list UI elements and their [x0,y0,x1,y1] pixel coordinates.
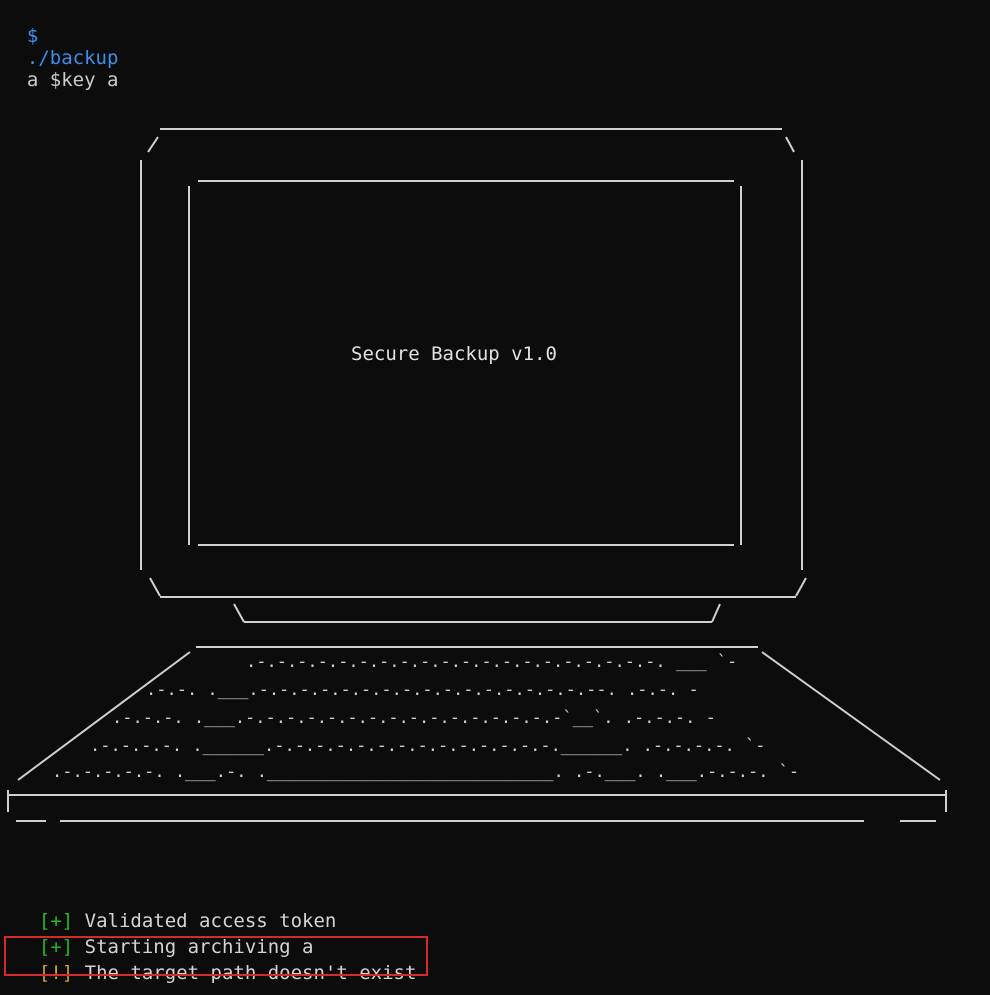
ascii-computer-art: .-.-.-.-.-.-.-.-.-.-.-.-.-.-.-.-.-.-.-.-… [7,128,947,822]
screen-title: Secure Backup v1.0 [351,343,557,365]
keyboard-row-1: .-.-.-.-.-.-.-.-.-.-.-.-.-.-.-.-.-.-.-.-… [246,652,737,672]
monitor-top-left-corner [147,136,159,153]
keyboard-row-2: .-.-. .___.-.-.-.-.-.-.-.-.-.-.-.-.-.-.-… [146,680,699,700]
keyboard-row-5: .-.-.-.-.-. .___.-. .___________________… [52,762,799,782]
monitor-top-right-corner [785,136,795,153]
keyboard-row-4: .-.-.-.-. .______.-.-.-.-.-.-.-.-.-.-.-.… [90,736,766,756]
monitor-bottom-left-corner [149,577,161,597]
error-highlight-box [4,936,428,976]
monitor-bottom-right-corner [795,577,807,597]
keyboard-row-3: .-.-.-. .___.-.-.-.-.-.-.-.-.-.-.-.-.-.-… [112,708,716,728]
keyboard-right-slope [761,651,941,781]
stand-left [233,603,245,623]
stand-right [711,603,721,623]
